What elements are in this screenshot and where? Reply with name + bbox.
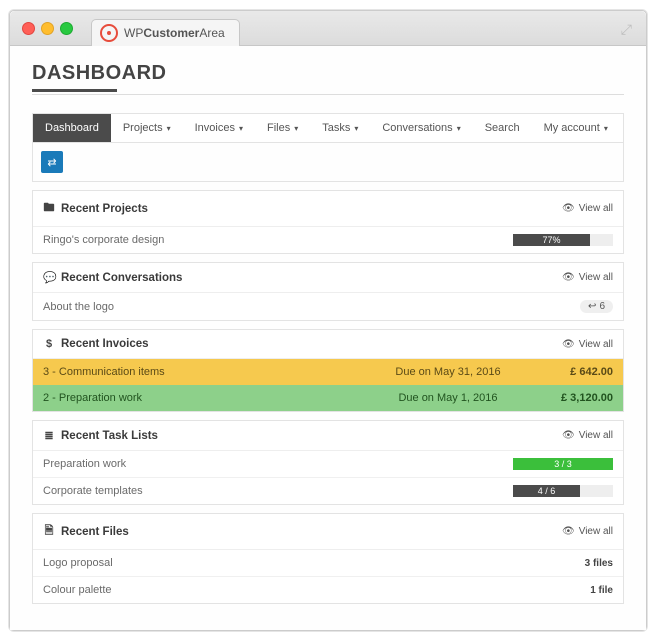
task-name: Preparation work xyxy=(43,458,513,470)
view-all-projects-button[interactable]: 👁 View all xyxy=(562,203,613,214)
nav-item-conversations[interactable]: Conversations▾ xyxy=(370,114,472,142)
eye-icon: 👁 xyxy=(562,272,575,283)
panel-title: Recent Task Lists xyxy=(61,430,158,442)
file-name: Logo proposal xyxy=(43,557,585,569)
eye-icon: 👁 xyxy=(562,430,575,441)
nav-item-invoices[interactable]: Invoices▾ xyxy=(183,114,255,142)
expand-icon[interactable]: ⤢ xyxy=(621,21,632,38)
panel-title: Recent Projects xyxy=(61,203,148,215)
panel-header: $ Recent Invoices 👁 View all xyxy=(33,330,623,359)
list-icon: ≣ xyxy=(43,429,55,442)
file-icon: 🗎 xyxy=(43,522,55,541)
chevron-down-icon: ▾ xyxy=(294,124,298,133)
task-progress: 4 / 6 xyxy=(513,485,613,497)
invoice-due: Due on May 1, 2016 xyxy=(373,392,523,404)
nav-container: Dashboard Projects▾ Invoices▾ Files▾ Tas… xyxy=(32,113,624,182)
eye-icon: 👁 xyxy=(562,203,575,214)
eye-icon: 👁 xyxy=(562,339,575,350)
close-window-button[interactable] xyxy=(22,22,35,35)
task-row[interactable]: Corporate templates 4 / 6 xyxy=(33,477,623,504)
title-underline xyxy=(32,89,117,92)
chevron-down-icon: ▾ xyxy=(239,124,243,133)
file-count-badge: 1 file xyxy=(590,585,613,596)
view-all-conversations-button[interactable]: 👁 View all xyxy=(562,272,613,283)
switch-user-button[interactable]: ⇄ xyxy=(41,151,63,173)
eye-icon: 👁 xyxy=(562,526,575,537)
minimize-window-button[interactable] xyxy=(41,22,54,35)
task-name: Corporate templates xyxy=(43,485,513,497)
project-row[interactable]: Ringo's corporate design 77% xyxy=(33,227,623,253)
panel-recent-files: 🗎 Recent Files 👁 View all Logo proposal … xyxy=(32,513,624,604)
file-name: Colour palette xyxy=(43,584,590,596)
reply-count-badge: ↩ 6 xyxy=(580,300,613,313)
panel-recent-tasks: ≣ Recent Task Lists 👁 View all Preparati… xyxy=(32,420,624,505)
view-all-invoices-button[interactable]: 👁 View all xyxy=(562,339,613,350)
task-row[interactable]: Preparation work 3 / 3 xyxy=(33,451,623,477)
panel-header: 💬 Recent Conversations 👁 View all xyxy=(33,263,623,293)
invoice-title: 3 - Communication items xyxy=(43,366,373,378)
panel-recent-projects: 🖿 Recent Projects 👁 View all Ringo's cor… xyxy=(32,190,624,254)
chevron-down-icon: ▾ xyxy=(457,124,461,133)
panel-recent-invoices: $ Recent Invoices 👁 View all 3 - Communi… xyxy=(32,329,624,412)
chevron-down-icon: ▾ xyxy=(354,124,358,133)
page-title: DASHBOARD xyxy=(32,62,624,85)
project-progress: 77% xyxy=(513,234,613,246)
maximize-window-button[interactable] xyxy=(60,22,73,35)
task-progress: 3 / 3 xyxy=(513,458,613,470)
chevron-down-icon: ▾ xyxy=(167,124,171,133)
nav-item-files[interactable]: Files▾ xyxy=(255,114,310,142)
file-row[interactable]: Logo proposal 3 files xyxy=(33,550,623,576)
toolbar-row: ⇄ xyxy=(33,142,623,181)
nav-item-tasks[interactable]: Tasks▾ xyxy=(310,114,370,142)
main-nav: Dashboard Projects▾ Invoices▾ Files▾ Tas… xyxy=(33,114,623,142)
window-controls xyxy=(22,22,73,35)
panel-title: Recent Files xyxy=(61,526,129,538)
invoice-due: Due on May 31, 2016 xyxy=(373,366,523,378)
file-count-badge: 3 files xyxy=(585,558,613,569)
progress-fill: 4 / 6 xyxy=(513,485,580,497)
invoice-row[interactable]: 3 - Communication items Due on May 31, 2… xyxy=(33,359,623,385)
invoice-row[interactable]: 2 - Preparation work Due on May 1, 2016 … xyxy=(33,385,623,411)
conversation-row[interactable]: About the logo ↩ 6 xyxy=(33,293,623,320)
title-rule xyxy=(32,94,624,95)
user-switch-icon: ⇄ xyxy=(47,156,56,169)
chevron-down-icon: ▾ xyxy=(604,124,608,133)
nav-item-my-account[interactable]: My account▾ xyxy=(532,114,620,142)
nav-item-search[interactable]: Search xyxy=(473,114,532,142)
panel-header: ≣ Recent Task Lists 👁 View all xyxy=(33,421,623,451)
chat-icon: 💬 xyxy=(43,271,55,284)
progress-fill: 3 / 3 xyxy=(513,458,613,470)
panel-title: Recent Invoices xyxy=(61,338,149,350)
briefcase-icon: 🖿 xyxy=(43,199,55,218)
file-row[interactable]: Colour palette 1 file xyxy=(33,576,623,603)
invoice-amount: £ 642.00 xyxy=(523,366,613,378)
invoice-title: 2 - Preparation work xyxy=(43,392,373,404)
panel-recent-conversations: 💬 Recent Conversations 👁 View all About … xyxy=(32,262,624,321)
browser-frame: WPCustomerArea ⤢ DASHBOARD Dashboard Pro… xyxy=(9,10,647,631)
page-body: DASHBOARD Dashboard Projects▾ Invoices▾ … xyxy=(10,46,646,630)
view-all-tasks-button[interactable]: 👁 View all xyxy=(562,430,613,441)
panel-header: 🗎 Recent Files 👁 View all xyxy=(33,514,623,550)
reply-icon: ↩ xyxy=(588,301,596,312)
browser-tab[interactable]: WPCustomerArea xyxy=(91,19,240,46)
conversation-title: About the logo xyxy=(43,301,580,313)
dollar-icon: $ xyxy=(43,338,55,350)
panel-header: 🖿 Recent Projects 👁 View all xyxy=(33,191,623,227)
browser-chrome: WPCustomerArea ⤢ xyxy=(10,11,646,46)
nav-item-dashboard[interactable]: Dashboard xyxy=(33,114,111,142)
project-name: Ringo's corporate design xyxy=(43,234,513,246)
panel-title: Recent Conversations xyxy=(61,272,182,284)
progress-fill: 77% xyxy=(513,234,590,246)
tab-title: WPCustomerArea xyxy=(124,26,225,40)
invoice-amount: £ 3,120.00 xyxy=(523,392,613,404)
app-logo-icon xyxy=(100,24,118,42)
nav-item-projects[interactable]: Projects▾ xyxy=(111,114,183,142)
view-all-files-button[interactable]: 👁 View all xyxy=(562,526,613,537)
